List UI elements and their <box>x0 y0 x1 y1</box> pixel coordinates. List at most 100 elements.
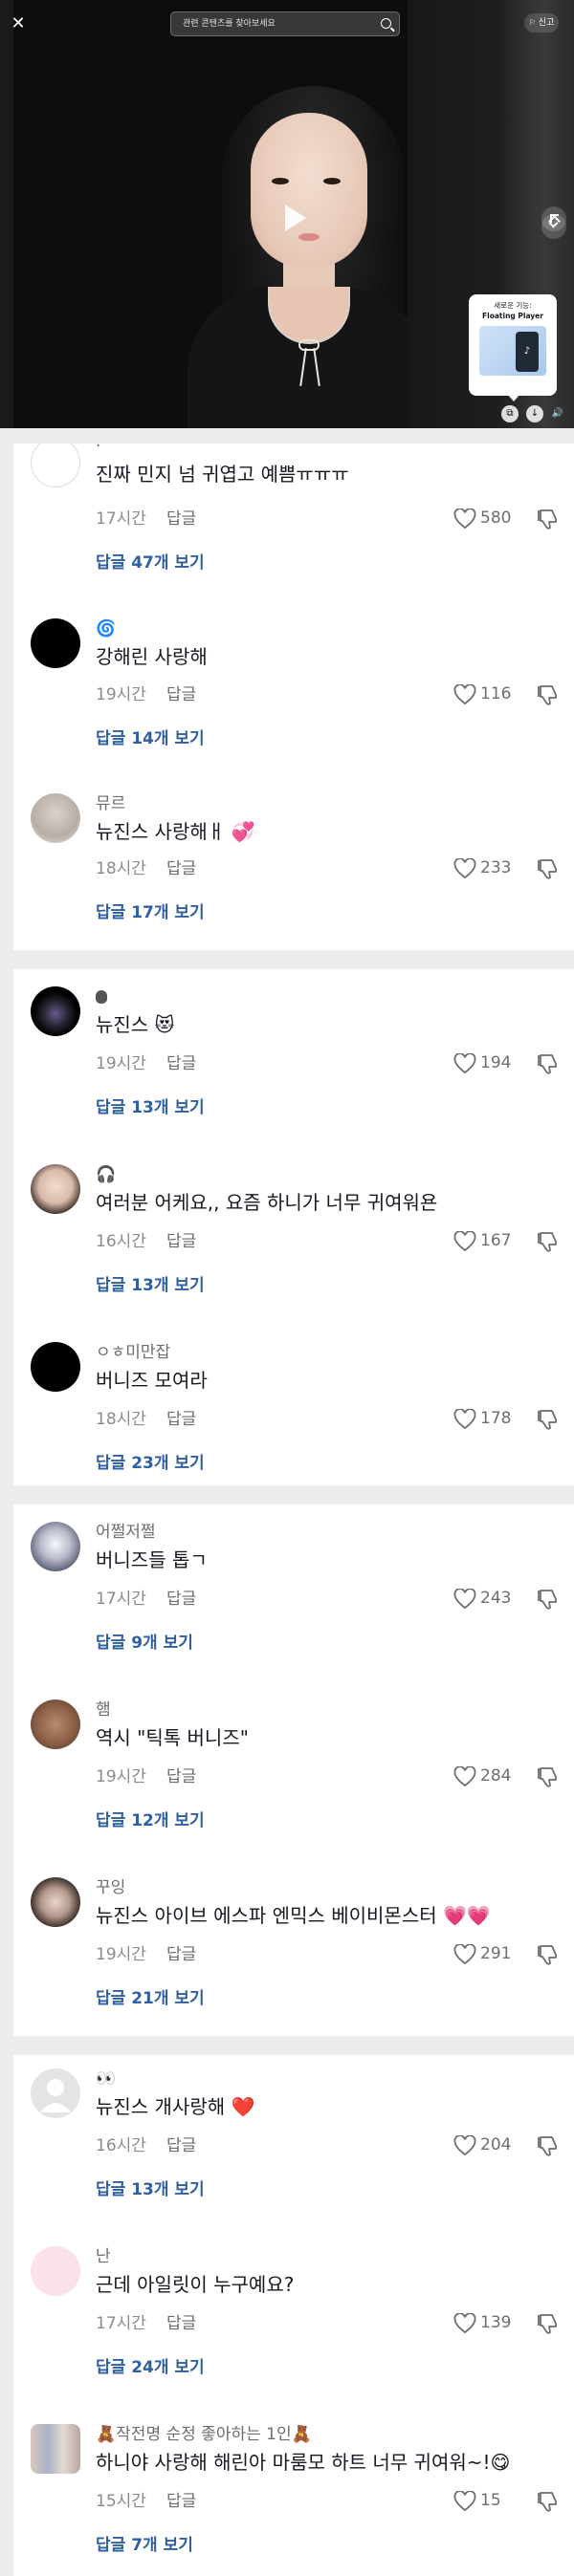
comment-username[interactable]: 어쩔저쩔 <box>96 1522 156 1543</box>
dislike-icon[interactable] <box>536 1587 561 1612</box>
video-player[interactable]: ✕ 관련 콘텐츠를 찾아보세요 ⚐ 신고 새로운 기능: Floating Pl… <box>0 0 574 428</box>
play-icon[interactable] <box>272 197 314 239</box>
like-count: 15 <box>480 2491 501 2510</box>
next-video-arrow-icon[interactable] <box>541 214 566 239</box>
close-icon[interactable]: ✕ <box>8 13 29 34</box>
view-replies-link[interactable]: 답글 7개 보기 <box>96 2535 193 2556</box>
reply-button[interactable]: 답글 <box>166 2491 196 2512</box>
dislike-icon[interactable] <box>536 856 561 881</box>
view-replies-link[interactable]: 답글 47개 보기 <box>96 552 205 574</box>
avatar[interactable] <box>31 986 80 1036</box>
view-replies-link[interactable]: 답글 14개 보기 <box>96 728 205 749</box>
dislike-icon[interactable] <box>536 1764 561 1789</box>
comment-text: 뉴진스 사랑해ㅐ 💞 <box>96 820 255 843</box>
dislike-icon[interactable] <box>536 1229 561 1254</box>
reply-button[interactable]: 답글 <box>166 1766 196 1787</box>
video-frame[interactable] <box>13 0 408 428</box>
download-icon[interactable]: ↓ <box>526 405 543 422</box>
dislike-icon[interactable] <box>536 507 561 531</box>
avatar[interactable] <box>31 1164 80 1214</box>
view-replies-link[interactable]: 답글 13개 보기 <box>96 1097 205 1118</box>
like-count: 291 <box>480 1944 512 1963</box>
reply-button[interactable]: 답글 <box>166 2135 196 2156</box>
apple-icon <box>96 990 107 1004</box>
view-replies-link[interactable]: 답글 21개 보기 <box>96 1988 205 2009</box>
dislike-icon[interactable] <box>536 2133 561 2158</box>
reply-button[interactable]: 답글 <box>166 1409 196 1430</box>
reply-button[interactable]: 답글 <box>166 509 196 530</box>
like-count: 167 <box>480 1231 512 1250</box>
like-button[interactable]: 194 <box>453 1051 530 1076</box>
like-button[interactable]: 284 <box>453 1764 530 1789</box>
reply-button[interactable]: 답글 <box>166 684 196 705</box>
comment-username[interactable]: 👀 <box>96 2068 116 2089</box>
avatar[interactable] <box>31 1522 80 1571</box>
like-count: 194 <box>480 1053 512 1072</box>
heart-icon <box>453 1589 476 1610</box>
popup-subtitle: Floating Player <box>482 312 543 320</box>
comment-username[interactable]: 꾸잉 <box>96 1877 125 1898</box>
reply-button[interactable]: 답글 <box>166 2313 196 2334</box>
comment-text: 진짜 민지 넘 귀엽고 예쁨ㅠㅠㅠ <box>96 463 349 486</box>
search-icon[interactable] <box>381 18 391 29</box>
comment-username[interactable]: ㅇㅎ미만잡 <box>96 1342 170 1363</box>
like-button[interactable]: 204 <box>453 2133 530 2158</box>
avatar[interactable] <box>31 1342 80 1392</box>
avatar[interactable] <box>31 618 80 668</box>
comment-username[interactable]: · <box>96 444 100 457</box>
dislike-icon[interactable] <box>536 2489 561 2514</box>
avatar[interactable] <box>31 2068 80 2118</box>
comment-username[interactable]: 🧸작전명 순정 좋아하는 1인🧸 <box>96 2424 312 2445</box>
view-replies-link[interactable]: 답글 13개 보기 <box>96 2179 205 2200</box>
tiktok-logo-icon: ♪ <box>516 332 539 372</box>
heart-icon <box>453 2135 476 2156</box>
heart-icon <box>453 1766 476 1787</box>
comment-username[interactable]: 🎧 <box>96 1164 116 1185</box>
comment-username[interactable]: 햄 <box>96 1699 111 1721</box>
like-button[interactable]: 116 <box>453 682 530 707</box>
comment-username[interactable]: 🌀 <box>96 618 116 639</box>
like-button[interactable]: 580 <box>453 507 530 531</box>
reply-button[interactable]: 답글 <box>166 1231 196 1252</box>
like-button[interactable]: 139 <box>453 2311 530 2336</box>
reply-button[interactable]: 답글 <box>166 1053 196 1074</box>
reply-button[interactable]: 답글 <box>166 1589 196 1610</box>
view-replies-link[interactable]: 답글 17개 보기 <box>96 902 205 923</box>
like-button[interactable]: 167 <box>453 1229 530 1254</box>
view-replies-link[interactable]: 답글 13개 보기 <box>96 1275 205 1296</box>
heart-icon <box>453 2491 476 2512</box>
like-button[interactable]: 291 <box>453 1942 530 1967</box>
avatar[interactable] <box>31 2246 80 2296</box>
floating-player-icon[interactable]: ⧉ <box>501 405 519 422</box>
comment-username[interactable]: 뮤르 <box>96 793 125 814</box>
view-replies-link[interactable]: 답글 9개 보기 <box>96 1633 193 1654</box>
comment-time: 17시간 <box>96 1590 146 1609</box>
reply-button[interactable]: 답글 <box>166 1944 196 1965</box>
dislike-icon[interactable] <box>536 682 561 707</box>
dislike-icon[interactable] <box>536 1051 561 1076</box>
dislike-icon[interactable] <box>536 1407 561 1432</box>
volume-icon[interactable]: 🔊 <box>549 405 566 422</box>
like-button[interactable]: 233 <box>453 856 530 881</box>
avatar[interactable] <box>31 1877 80 1927</box>
comment-username[interactable]: 난 <box>96 2246 111 2267</box>
view-replies-link[interactable]: 답글 12개 보기 <box>96 1810 205 1831</box>
dislike-icon[interactable] <box>536 1942 561 1967</box>
comment-time: 17시간 <box>96 509 146 529</box>
comment-username[interactable] <box>96 986 107 1007</box>
view-replies-link[interactable]: 답글 23개 보기 <box>96 1453 205 1474</box>
reply-button[interactable]: 답글 <box>166 858 196 879</box>
avatar[interactable] <box>31 1699 80 1749</box>
like-button[interactable]: 243 <box>453 1587 530 1612</box>
floating-player-popup[interactable]: 새로운 기능: Floating Player ♪ <box>469 294 557 396</box>
avatar[interactable] <box>31 2424 80 2474</box>
view-replies-link[interactable]: 답글 24개 보기 <box>96 2357 205 2378</box>
dislike-icon[interactable] <box>536 2311 561 2336</box>
search-input[interactable]: 관련 콘텐츠를 찾아보세요 <box>170 11 400 36</box>
comment-text: 버니즈 모여라 <box>96 1369 208 1392</box>
avatar[interactable] <box>31 793 80 843</box>
like-button[interactable]: 15 <box>453 2489 530 2514</box>
like-button[interactable]: 178 <box>453 1407 530 1432</box>
report-button[interactable]: ⚐ 신고 <box>524 13 560 32</box>
avatar[interactable] <box>31 444 80 487</box>
